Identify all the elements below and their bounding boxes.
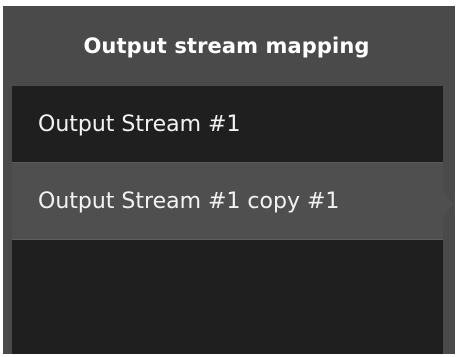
stream-label: Output Stream #1 bbox=[38, 111, 241, 137]
stream-list-item-selected[interactable]: Output Stream #1 copy #1 bbox=[12, 163, 443, 240]
selection-pointer-icon bbox=[443, 192, 453, 216]
panel-title: Output stream mapping bbox=[83, 34, 370, 58]
panel-edge bbox=[443, 86, 455, 354]
stream-list-item[interactable]: Output Stream #1 bbox=[12, 86, 443, 163]
output-stream-mapping-panel: Output stream mapping Output Stream #1 O… bbox=[3, 6, 455, 354]
stream-label: Output Stream #1 copy #1 bbox=[38, 188, 340, 214]
stream-list: Output Stream #1 Output Stream #1 copy #… bbox=[12, 86, 443, 354]
